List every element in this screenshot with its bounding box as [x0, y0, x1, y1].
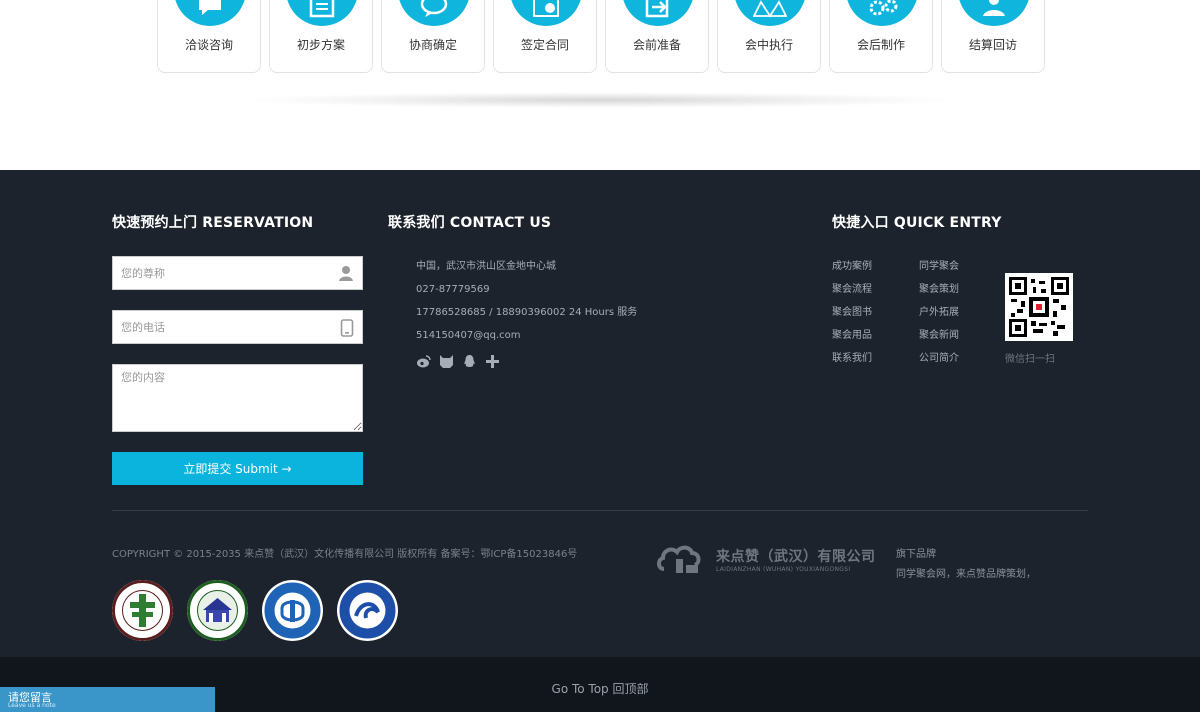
- quick-entry-title: 快捷入口 QUICK ENTRY: [832, 215, 1002, 231]
- quick-link[interactable]: 聚会用品: [832, 329, 919, 343]
- process-section: 洽谈咨询 初步方案 协商确定 签定合同 会前准备 会中执行 会后制作 结算回访: [0, 0, 1200, 170]
- cloud-logo-icon: [656, 539, 710, 579]
- contact-info: 中国，武汉市洪山区金地中心城 027-87779569 17786528685 …: [416, 260, 637, 352]
- mobile-phone-icon: [340, 319, 354, 341]
- process-step-8[interactable]: 结算回访: [941, 0, 1045, 73]
- weibo-icon[interactable]: [416, 354, 431, 369]
- contact-address: 中国，武汉市洪山区金地中心城: [416, 261, 556, 272]
- process-step-3[interactable]: 协商确定: [381, 0, 485, 73]
- university-badge-4: [337, 580, 398, 641]
- stage-icon: [734, 0, 806, 26]
- submit-button[interactable]: 立即提交 Submit →: [112, 452, 363, 485]
- content-field-wrapper: [112, 364, 363, 432]
- quick-link[interactable]: 成功案例: [832, 260, 919, 274]
- footer-divider: [112, 510, 1088, 511]
- phone-input[interactable]: [113, 311, 323, 343]
- contract-seal-icon: [510, 0, 582, 26]
- footer: 快速预约上门 RESERVATION 立即提交 Submit → 联系我们 CO…: [0, 170, 1200, 657]
- quick-link[interactable]: 聚会策划: [919, 283, 979, 297]
- process-step-label: 签定合同: [520, 38, 569, 52]
- process-step-label: 初步方案: [296, 38, 345, 52]
- user-icon: [338, 265, 354, 285]
- qq-icon[interactable]: [462, 354, 477, 369]
- plus-icon[interactable]: [485, 354, 500, 369]
- process-step-2[interactable]: 初步方案: [269, 0, 373, 73]
- chat-bubble-icon: [174, 0, 246, 26]
- brand-title: 旗下品牌: [896, 549, 936, 560]
- quick-link[interactable]: 公司简介: [919, 352, 979, 366]
- company-logo-name: 来点赞（武汉）有限公司: [716, 548, 876, 565]
- process-steps: 洽谈咨询 初步方案 协商确定 签定合同 会前准备 会中执行 会后制作 结算回访: [157, 0, 1045, 73]
- contact-mobile: 17786528685 / 18890396002 24 Hours 服务: [416, 307, 638, 318]
- partner-badges: [112, 580, 398, 641]
- wechat-qr-code: [1005, 273, 1073, 341]
- quick-entry-links: 成功案例 同学聚会 聚会流程 聚会策划 聚会图书 户外拓展 聚会用品 聚会新闻 …: [832, 260, 979, 366]
- social-icons: [416, 354, 500, 369]
- process-step-label: 协商确定: [408, 38, 457, 52]
- note-widget-subtitle: Leave us a note: [8, 702, 56, 709]
- quick-link[interactable]: 同学聚会: [919, 260, 979, 274]
- quick-link[interactable]: 联系我们: [832, 352, 919, 366]
- quick-link[interactable]: 聚会图书: [832, 306, 919, 320]
- university-badge-3: [262, 580, 323, 641]
- document-icon: [286, 0, 358, 26]
- contact-phone: 027-87779569: [416, 284, 490, 295]
- speech-bubble-icon: [398, 0, 470, 26]
- process-step-label: 洽谈咨询: [184, 38, 233, 52]
- section-shadow: [250, 92, 950, 108]
- university-badge-2: [187, 580, 248, 641]
- gears-icon: [846, 0, 918, 26]
- content-textarea[interactable]: [113, 365, 362, 431]
- process-step-4[interactable]: 签定合同: [493, 0, 597, 73]
- reservation-title: 快速预约上门 RESERVATION: [112, 215, 314, 231]
- brand-block: 旗下品牌 同学聚会网，来点赞品牌策划，: [896, 545, 1036, 585]
- name-input[interactable]: [113, 257, 323, 289]
- qr-caption: 微信扫一扫: [1005, 354, 1055, 365]
- process-step-6[interactable]: 会中执行: [717, 0, 821, 73]
- contact-email[interactable]: 514150407@qq.com: [416, 329, 637, 352]
- contact-title: 联系我们 CONTACT US: [388, 215, 552, 231]
- process-step-label: 会前准备: [632, 38, 681, 52]
- process-step-1[interactable]: 洽谈咨询: [157, 0, 261, 73]
- process-step-label: 结算回访: [968, 38, 1017, 52]
- leave-note-widget[interactable]: 请您留言 Leave us a note: [0, 687, 215, 712]
- university-badge-1: [112, 580, 173, 641]
- copyright-text: COPYRIGHT © 2015-2035 来点赞（武汉）文化传播有限公司 版权…: [112, 549, 578, 560]
- phone-field-wrapper: [112, 310, 363, 344]
- export-icon: [622, 0, 694, 26]
- name-field-wrapper: [112, 256, 363, 290]
- quick-link[interactable]: 聚会新闻: [919, 329, 979, 343]
- process-step-5[interactable]: 会前准备: [605, 0, 709, 73]
- brand-text: 同学聚会网，来点赞品牌策划，: [896, 569, 1036, 580]
- company-logo-pinyin: LAIDIANZHAN (WUHAN) YOUXIANGONGSI: [716, 565, 851, 573]
- quick-link[interactable]: 聚会流程: [832, 283, 919, 297]
- quick-link[interactable]: 户外拓展: [919, 306, 979, 320]
- process-step-label: 会中执行: [744, 38, 793, 52]
- person-icon: [958, 0, 1030, 26]
- tencent-weibo-icon[interactable]: [439, 354, 454, 369]
- company-logo: 来点赞（武汉）有限公司 LAIDIANZHAN (WUHAN) YOUXIANG…: [656, 539, 876, 579]
- process-step-label: 会后制作: [856, 38, 905, 52]
- process-step-7[interactable]: 会后制作: [829, 0, 933, 73]
